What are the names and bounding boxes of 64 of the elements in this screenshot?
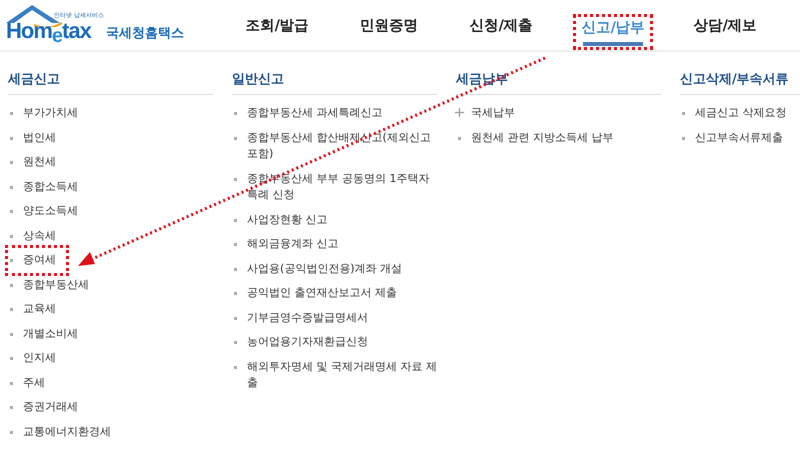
menu-link-row[interactable]: 원천세 관련 지방소득세 납부 <box>456 126 614 150</box>
menu-link-row[interactable]: 농어업용기자재환급신청 <box>232 330 368 354</box>
bullet-icon <box>234 366 237 368</box>
bullet-icon <box>10 136 13 140</box>
bullet-icon <box>10 308 13 311</box>
menu-heading: 세금신고 <box>8 70 213 95</box>
bullet-icon <box>682 112 685 115</box>
menu-link-row[interactable]: 법인세 <box>8 126 56 150</box>
menu-link-row[interactable]: 종합부동산세 <box>8 272 89 297</box>
bullet-icon <box>10 430 13 434</box>
menu-link-row[interactable]: 증권거래세 <box>8 395 78 420</box>
bullet-icon <box>234 136 237 140</box>
menu-link-row[interactable]: 종합부동산세 과세특례신고 <box>232 101 382 126</box>
bullet-icon <box>10 186 13 188</box>
menu-link-row[interactable]: 기부금영수증발급명세서 <box>232 306 368 330</box>
nav-tab[interactable]: 상담/제보 <box>669 0 781 50</box>
menu-link-row[interactable]: 해외금융계좌 신고 <box>232 232 338 256</box>
bullet-icon <box>234 316 237 320</box>
nav-tab[interactable]: 신청/제출 <box>445 0 557 50</box>
nav-tab[interactable]: 신고/납부 <box>573 14 653 50</box>
menu-link-row[interactable]: 주세 <box>8 370 45 395</box>
bullet-icon <box>234 243 237 246</box>
bullet-icon <box>234 112 237 115</box>
bullet-icon <box>234 218 237 222</box>
menu-link-row[interactable]: 개별소비세 <box>8 322 78 346</box>
bullet-icon <box>234 178 237 180</box>
bullet-icon <box>10 234 13 238</box>
bullet-icon <box>10 284 13 286</box>
bullet-icon <box>682 136 685 140</box>
bullet-icon <box>234 292 237 295</box>
menu-link-row[interactable]: 세금신고 삭제요청 <box>680 101 786 126</box>
menu-heading: 일반신고 <box>232 70 437 95</box>
bullet-icon <box>458 136 461 140</box>
menu-link-row[interactable]: 원천세 <box>8 150 56 174</box>
menu-link-row[interactable]: 해외투자명세 및 국제거래명세 자료 제출 <box>232 354 437 396</box>
highlighted-menu-link[interactable]: 증여세 <box>8 248 66 272</box>
menu-link-row[interactable]: 부가가치세 <box>8 101 78 126</box>
menu-heading: 신고삭제/부속서류 <box>680 70 800 95</box>
menu-link-row[interactable]: 신고부속서류제출 <box>680 126 783 150</box>
menu-link-row[interactable]: 교통에너지환경세 <box>8 420 111 444</box>
menu-link-row[interactable]: 사업장현황 신고 <box>232 208 328 232</box>
bullet-icon <box>234 341 237 344</box>
bullet-icon <box>10 357 13 360</box>
menu-link-row[interactable]: 사업용(공익법인전용)계좌 개설 <box>232 256 402 281</box>
menu-link-row[interactable]: 인지세 <box>8 346 56 370</box>
nav-tab[interactable]: 민원증명 <box>333 0 445 50</box>
bullet-icon <box>10 161 13 164</box>
bullet-icon <box>234 268 237 270</box>
bullet-icon <box>10 210 13 213</box>
bullet-icon <box>10 332 13 336</box>
bullet-icon <box>10 112 13 115</box>
menu-link-row[interactable]: 공익법인 출연재산보고서 제출 <box>232 281 397 306</box>
menu-link-row[interactable]: 국세납부 <box>456 101 515 126</box>
menu-link-row[interactable]: 교육세 <box>8 297 56 322</box>
bullet-icon <box>10 259 13 262</box>
active-tab-indicator <box>583 42 643 46</box>
plus-icon <box>455 108 464 117</box>
menu-link-row[interactable]: 양도소득세 <box>8 199 78 224</box>
bullet-icon <box>10 382 13 384</box>
bullet-icon <box>10 406 13 409</box>
logo-name[interactable]: 국세청홈택스 <box>106 24 184 42</box>
menu-link-row[interactable]: 종합소득세 <box>8 174 78 199</box>
nav-tab[interactable]: 조회/발급 <box>221 0 333 50</box>
menu-link-row[interactable]: 상속세 <box>8 224 56 248</box>
